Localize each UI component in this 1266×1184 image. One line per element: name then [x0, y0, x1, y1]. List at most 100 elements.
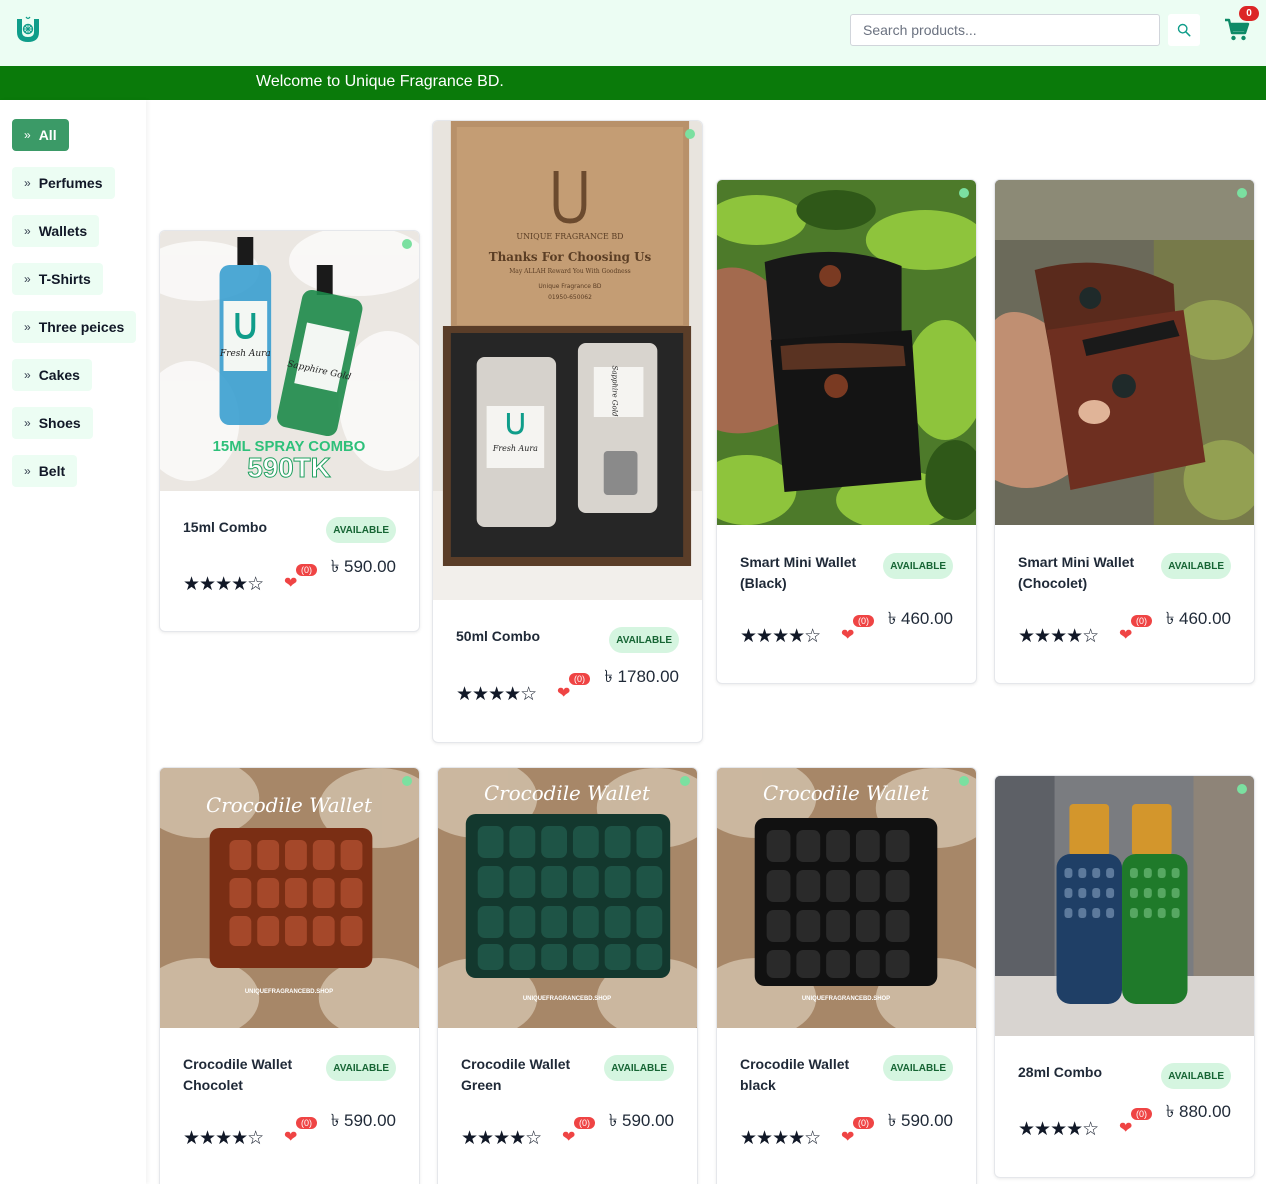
category-label: Wallets [38, 223, 88, 239]
product-price: ৳ 880.00 [1165, 1102, 1231, 1121]
rating-stars: ★★★★☆ [183, 1128, 264, 1149]
cart-button[interactable] [1224, 18, 1250, 42]
product-image[interactable]: UNIQUE FRAGRANCE BD Thanks For Choosing … [433, 121, 702, 600]
heart-icon[interactable]: ❤ [562, 1127, 575, 1147]
product-image[interactable] [717, 180, 976, 525]
availability-badge: AVAILABLE [609, 627, 679, 653]
product-name: Smart Mini Wallet (Chocolet) [1018, 554, 1135, 591]
status-dot [685, 129, 695, 139]
product-name: 15ml Combo [183, 519, 268, 535]
chevron-icon: » [24, 416, 31, 430]
product-image[interactable] [995, 180, 1254, 525]
welcome-text: Welcome to Unique Fragrance BD. [256, 73, 504, 90]
heart-icon[interactable]: ❤ [841, 1127, 854, 1147]
status-dot [959, 776, 969, 786]
promo-price: 590TK [247, 452, 330, 483]
status-dot [402, 776, 412, 786]
product-price: ৳ 590.00 [330, 557, 396, 576]
chevron-icon: » [24, 368, 31, 382]
image-title: Crocodile Wallet [763, 782, 930, 805]
box-brand: UNIQUE FRAGRANCE BD [516, 232, 623, 241]
category-label: All [38, 127, 57, 143]
product-image[interactable]: Crocodile Wallet UNIQUEFRAGRANCEBD.SHOP [160, 768, 419, 1028]
product-image[interactable]: Crocodile Wallet UNIQUEFRAGRANCEBD.SHOP [717, 768, 976, 1028]
product-card[interactable]: Fresh Aura Sapphire Gold 15ML SPRAY COMB… [159, 230, 420, 632]
product-image[interactable]: Crocodile Wallet UNIQUEFRAGRANCEBD.SHOP [438, 768, 697, 1028]
like-count: (0) [853, 1117, 874, 1129]
heart-icon[interactable]: ❤ [1119, 1118, 1132, 1138]
product-image[interactable]: Fresh Aura Sapphire Gold 15ML SPRAY COMB… [160, 231, 419, 491]
search-button[interactable] [1168, 14, 1200, 46]
product-image[interactable] [995, 776, 1254, 1036]
rating-stars: ★★★★☆ [183, 574, 264, 595]
category-label: Belt [38, 463, 66, 479]
cart-icon [1225, 18, 1250, 41]
box-blessing: May ALLAH Reward You With Goodness [509, 268, 631, 275]
image-watermark: UNIQUEFRAGRANCEBD.SHOP [245, 989, 333, 995]
product-card[interactable]: 28ml Combo AVAILABLE ৳ 880.00 ★★★★☆ ❤ (0… [994, 775, 1255, 1178]
product-card[interactable]: Smart Mini Wallet (Chocolet) AVAILABLE ৳… [994, 179, 1255, 684]
category-all[interactable]: » All [12, 119, 69, 151]
product-price: ৳ 590.00 [887, 1111, 953, 1130]
product-card[interactable]: Crocodile Wallet UNIQUEFRAGRANCEBD.SHOP … [159, 767, 420, 1184]
welcome-banner: Welcome to Unique Fragrance BD. [0, 66, 1266, 100]
label-fresh-aura: Fresh Aura [219, 349, 271, 359]
heart-icon[interactable]: ❤ [557, 683, 570, 703]
search-input[interactable] [850, 14, 1160, 46]
product-price: ৳ 460.00 [1165, 609, 1231, 628]
rating-stars: ★★★★☆ [461, 1128, 542, 1149]
rating-stars: ★★★★☆ [456, 684, 537, 705]
availability-badge: AVAILABLE [326, 517, 396, 543]
category-wallets[interactable]: » Wallets [12, 215, 100, 247]
rating-stars: ★★★★☆ [1018, 1119, 1099, 1140]
availability-badge: AVAILABLE [1161, 553, 1231, 579]
category-three-peices[interactable]: » Three peices [12, 311, 137, 343]
like-count: (0) [1131, 1108, 1152, 1120]
category-perfumes[interactable]: » Perfumes [12, 167, 115, 199]
chevron-icon: » [24, 176, 31, 190]
category-t-shirts[interactable]: » T-Shirts [12, 263, 103, 295]
like-count: (0) [569, 673, 590, 685]
heart-icon[interactable]: ❤ [841, 625, 854, 645]
product-price: ৳ 460.00 [887, 609, 953, 628]
chevron-icon: » [24, 128, 31, 142]
product-name: Smart Mini Wallet (Black) [740, 554, 857, 591]
category-cakes[interactable]: » Cakes [12, 359, 92, 391]
rating-stars: ★★★★☆ [740, 626, 821, 647]
product-card[interactable]: Crocodile Wallet UNIQUEFRAGRANCEBD.SHOP … [437, 767, 698, 1184]
product-name: 50ml Combo [456, 628, 541, 644]
category-shoes[interactable]: » Shoes [12, 407, 93, 439]
category-sidebar: » All » Perfumes » Wallets » T-Shirts » Three… [0, 100, 146, 1184]
rating-stars: ★★★★☆ [740, 1128, 821, 1149]
like-count: (0) [296, 1117, 317, 1129]
heart-icon[interactable]: ❤ [1119, 625, 1132, 645]
category-label: Shoes [38, 415, 81, 431]
product-price: ৳ 1780.00 [604, 667, 679, 686]
product-name: Crocodile Wallet Green [461, 1056, 571, 1093]
product-card[interactable]: UNIQUE FRAGRANCE BD Thanks For Choosing … [432, 120, 703, 743]
heart-icon[interactable]: ❤ [284, 573, 297, 593]
availability-badge: AVAILABLE [1161, 1063, 1231, 1089]
product-card[interactable]: Crocodile Wallet UNIQUEFRAGRANCEBD.SHOP … [716, 767, 977, 1184]
box-phone: 01950-650062 [548, 294, 592, 301]
category-belt[interactable]: » Belt [12, 455, 78, 487]
chevron-icon: » [24, 272, 31, 286]
chevron-icon: » [24, 464, 31, 478]
box-facebook: Unique Fragrance BD [538, 283, 601, 290]
status-dot [1237, 784, 1247, 794]
product-card[interactable]: Smart Mini Wallet (Black) AVAILABLE ৳ 46… [716, 179, 977, 684]
cart-count-badge: 0 [1239, 6, 1259, 21]
availability-badge: AVAILABLE [604, 1055, 674, 1081]
product-name: 28ml Combo [1018, 1064, 1103, 1080]
image-title: Crocodile Wallet [484, 782, 651, 805]
availability-badge: AVAILABLE [883, 553, 953, 579]
brand-logo[interactable] [14, 15, 42, 45]
category-label: Perfumes [38, 175, 103, 191]
heart-icon[interactable]: ❤ [284, 1127, 297, 1147]
category-label: Three peices [38, 319, 125, 335]
status-dot [959, 188, 969, 198]
search-icon [1177, 23, 1191, 37]
like-count: (0) [1131, 615, 1152, 627]
status-dot [402, 239, 412, 249]
availability-badge: AVAILABLE [326, 1055, 396, 1081]
